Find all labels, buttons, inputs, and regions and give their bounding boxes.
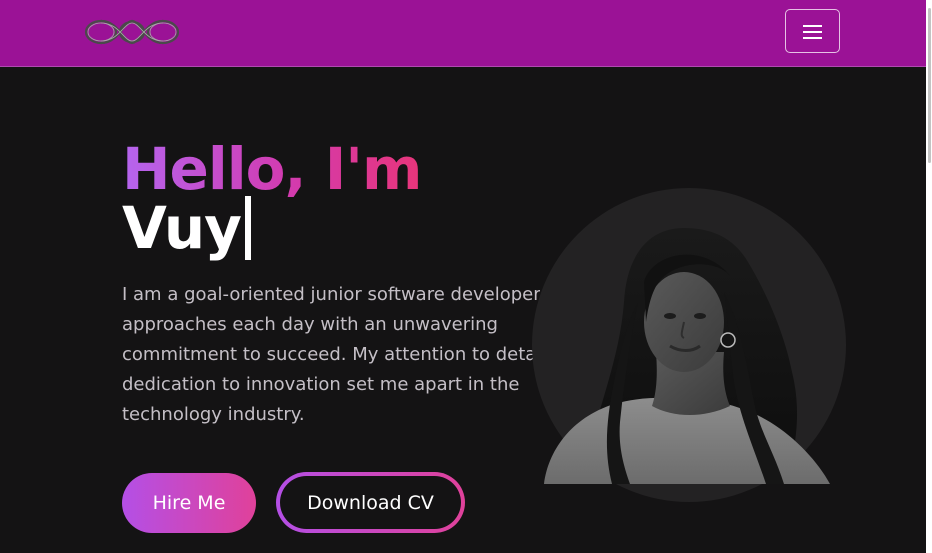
portrait-photo — [534, 222, 834, 484]
typed-name: Vuy — [122, 194, 242, 262]
menu-toggle-button[interactable] — [785, 9, 840, 53]
download-cv-label: Download CV — [280, 476, 461, 529]
download-cv-button[interactable]: Download CV — [276, 472, 465, 533]
infinity-rings-logo-icon — [84, 19, 180, 45]
portrait-image — [544, 228, 830, 484]
intro-paragraph: I am a goal-oriented junior software dev… — [122, 284, 540, 425]
typing-cursor — [244, 196, 251, 260]
typed-line: Vuy — [122, 194, 251, 264]
hamburger-menu-icon — [803, 25, 822, 39]
hire-me-button[interactable]: Hire Me — [122, 473, 256, 533]
navbar — [0, 0, 926, 67]
intro-wrapper: I am a goal-oriented junior software dev… — [122, 280, 540, 430]
logo[interactable] — [84, 17, 180, 47]
scrollbar-thumb[interactable] — [928, 8, 931, 163]
portfolio-page: Hello, I'm Vuy I am a goal-oriented juni… — [0, 0, 932, 553]
hero-greeting: Hello, I'm — [122, 135, 422, 203]
